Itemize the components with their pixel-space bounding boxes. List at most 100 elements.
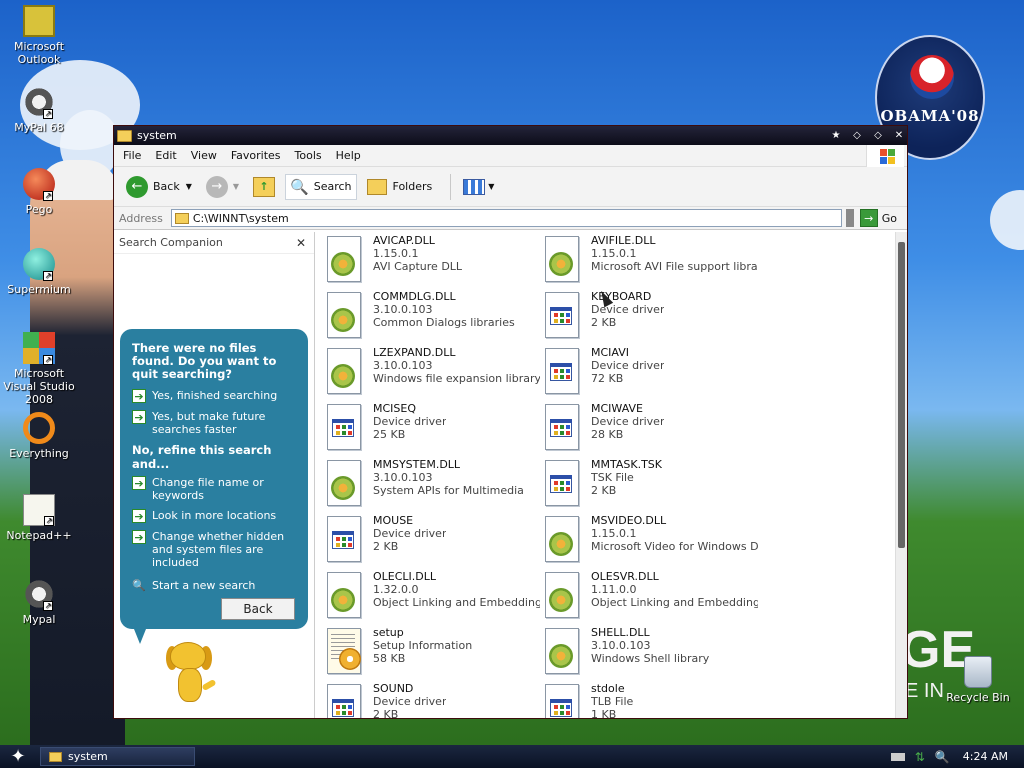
address-input[interactable]: C:\WINNT\system	[170, 209, 842, 227]
go-label: Go	[881, 211, 897, 225]
raccoon-icon: ↗	[23, 86, 55, 119]
taskbar-item-system[interactable]: system	[40, 747, 195, 766]
file-item[interactable]: OLECLI.DLL 1.32.0.0 Object Linking and Emb…	[325, 570, 540, 622]
keyboard-icon[interactable]	[890, 752, 905, 761]
file-detail: 28 KB	[591, 428, 624, 441]
search-icon[interactable]: 🔍	[935, 750, 950, 764]
driver-file-icon	[543, 348, 581, 394]
menu-view[interactable]: View	[184, 149, 224, 162]
search-icon: 🔍	[290, 177, 309, 196]
option-change-file-name[interactable]: ➔ Change file name or keywords	[132, 476, 296, 502]
file-item[interactable]: AVIFILE.DLL 1.15.0.1 Microsoft AVI File su…	[543, 234, 758, 286]
desktop-icon-label: Supermium	[7, 283, 71, 296]
search-button[interactable]: 🔍 Search	[285, 173, 357, 200]
pane-title: Search Companion	[119, 236, 223, 249]
clock[interactable]: 4:24 AM	[963, 750, 1008, 763]
network-icon[interactable]: ⇅	[913, 750, 927, 764]
folders-button[interactable]: Folders	[363, 176, 437, 198]
dll-gear-icon	[325, 572, 363, 618]
search-dog-icon[interactable]	[164, 642, 224, 712]
driver-file-icon	[543, 684, 581, 718]
file-name: AVIFILE.DLL	[591, 234, 656, 247]
option-finished-searching[interactable]: ➔ Yes, finished searching	[132, 389, 296, 403]
recycle-bin-icon	[964, 656, 992, 688]
views-button[interactable]: ▼	[459, 176, 498, 198]
explorer-window: system ★ ◇ ◇ ✕ File Edit View Favorites …	[113, 125, 908, 719]
option-hidden-files[interactable]: ➔ Change whether hidden and system files…	[132, 530, 296, 569]
outlook-icon	[23, 5, 55, 37]
menu-edit[interactable]: Edit	[148, 149, 183, 162]
file-item[interactable]: LZEXPAND.DLL 3.10.0.103 Windows file expan…	[325, 346, 540, 398]
search-icon: 🔍	[132, 579, 146, 592]
menu-favorites[interactable]: Favorites	[224, 149, 288, 162]
address-dropdown[interactable]	[845, 209, 854, 227]
file-item[interactable]: SOUND Device driver 2 KB	[325, 682, 540, 718]
file-item[interactable]: MCISEQ Device driver 25 KB	[325, 402, 540, 454]
file-item[interactable]: AVICAP.DLL 1.15.0.1 AVI Capture DLL	[325, 234, 540, 286]
desktop-icon-label: Pego	[25, 203, 53, 216]
file-item[interactable]: COMMDLG.DLL 3.10.0.103 Common Dialogs libr…	[325, 290, 540, 342]
address-label: Address	[119, 211, 163, 225]
minimize-button[interactable]: ◇	[849, 129, 865, 143]
file-name: MCIWAVE	[591, 402, 643, 415]
pin-button[interactable]: ★	[828, 129, 844, 143]
driver-file-icon	[543, 404, 581, 450]
file-list: AVICAP.DLL 1.15.0.1 AVI Capture DLL AVIFILE…	[315, 232, 907, 718]
file-detail: Device driver	[373, 415, 447, 428]
desktop-icon-mypal[interactable]: ↗ Mypal	[0, 578, 78, 626]
menu-file[interactable]: File	[116, 149, 148, 162]
file-item[interactable]: MSVIDEO.DLL 1.15.0.1 Microsoft Video for W…	[543, 514, 758, 566]
file-text: SOUND Device driver 2 KB	[373, 682, 446, 718]
chevron-down-icon: ▼	[488, 182, 495, 191]
desktop-icon-outlook[interactable]: Microsoft Outlook	[0, 5, 78, 66]
option-new-search[interactable]: 🔍 Start a new search	[132, 579, 296, 593]
file-detail: 1.15.0.1	[373, 247, 419, 260]
menu-help[interactable]: Help	[329, 149, 368, 162]
close-icon[interactable]: ✕	[296, 236, 306, 250]
file-item[interactable]: MMSYSTEM.DLL 3.10.0.103 System APIs for Mu…	[325, 458, 540, 510]
file-text: MMSYSTEM.DLL 3.10.0.103 System APIs for Mu…	[373, 458, 524, 510]
file-item[interactable]: stdole TLB File 1 KB	[543, 682, 758, 718]
forward-button[interactable]: → ▼	[202, 173, 243, 201]
desktop-icon-everything[interactable]: Everything	[0, 412, 78, 460]
option-faster-searches[interactable]: ➔ Yes, but make future searches faster	[132, 410, 296, 436]
folder-icon	[49, 751, 62, 762]
close-button[interactable]: ✕	[891, 129, 907, 143]
file-item[interactable]: setup Setup Information 58 KB	[325, 626, 540, 678]
file-item[interactable]: KEYBOARD Device driver 2 KB	[543, 290, 758, 342]
option-more-locations[interactable]: ➔ Look in more locations	[132, 509, 296, 523]
file-item[interactable]: MCIWAVE Device driver 28 KB	[543, 402, 758, 454]
file-text: AVICAP.DLL 1.15.0.1 AVI Capture DLL	[373, 234, 462, 286]
desktop-icon-visual-studio[interactable]: ↗ Microsoft Visual Studio 2008	[0, 332, 78, 406]
file-item[interactable]: MMTASK.TSK TSK File 2 KB	[543, 458, 758, 510]
desktop-icon-notepadpp[interactable]: ↗ Notepad++	[0, 494, 78, 542]
desktop-icon-recycle-bin[interactable]: Recycle Bin	[940, 656, 1016, 704]
desktop-icon-label: Recycle Bin	[946, 691, 1010, 704]
file-item[interactable]: SHELL.DLL 3.10.0.103 Windows Shell library	[543, 626, 758, 678]
file-detail: Device driver	[373, 695, 447, 708]
start-button[interactable]: ✦	[0, 745, 36, 768]
file-text: LZEXPAND.DLL 3.10.0.103 Windows file expan…	[373, 346, 540, 398]
vertical-scrollbar[interactable]	[895, 232, 907, 718]
go-button[interactable]: → Go	[859, 209, 897, 227]
option-label: Look in more locations	[152, 509, 277, 522]
file-detail: 3.10.0.103	[591, 639, 651, 652]
title-bar[interactable]: system ★ ◇ ◇ ✕	[114, 126, 907, 145]
back-label: Back	[153, 180, 180, 193]
window-title: system	[137, 129, 177, 142]
file-text: MOUSE Device driver 2 KB	[373, 514, 446, 566]
up-folder-button[interactable]: ↑	[249, 174, 279, 200]
desktop-icon-supermium[interactable]: ↗ Supermium	[0, 248, 78, 296]
file-item[interactable]: OLESVR.DLL 1.11.0.0 Object Linking and Emb…	[543, 570, 758, 622]
taskbar: ✦ system ⇅ 🔍 4:24 AM	[0, 745, 1024, 768]
menu-tools[interactable]: Tools	[288, 149, 329, 162]
back-button[interactable]: ← Back ▼	[122, 173, 196, 201]
scrollbar-thumb[interactable]	[898, 242, 905, 548]
file-item[interactable]: MOUSE Device driver 2 KB	[325, 514, 540, 566]
file-detail: 3.10.0.103	[373, 359, 433, 372]
file-item[interactable]: MCIAVI Device driver 72 KB	[543, 346, 758, 398]
pane-back-button[interactable]: Back	[221, 598, 295, 620]
desktop-icon-mypal68[interactable]: ↗ MyPal 68	[0, 86, 78, 134]
maximize-button[interactable]: ◇	[870, 129, 886, 143]
desktop-icon-pego[interactable]: ↗ Pego	[0, 168, 78, 216]
